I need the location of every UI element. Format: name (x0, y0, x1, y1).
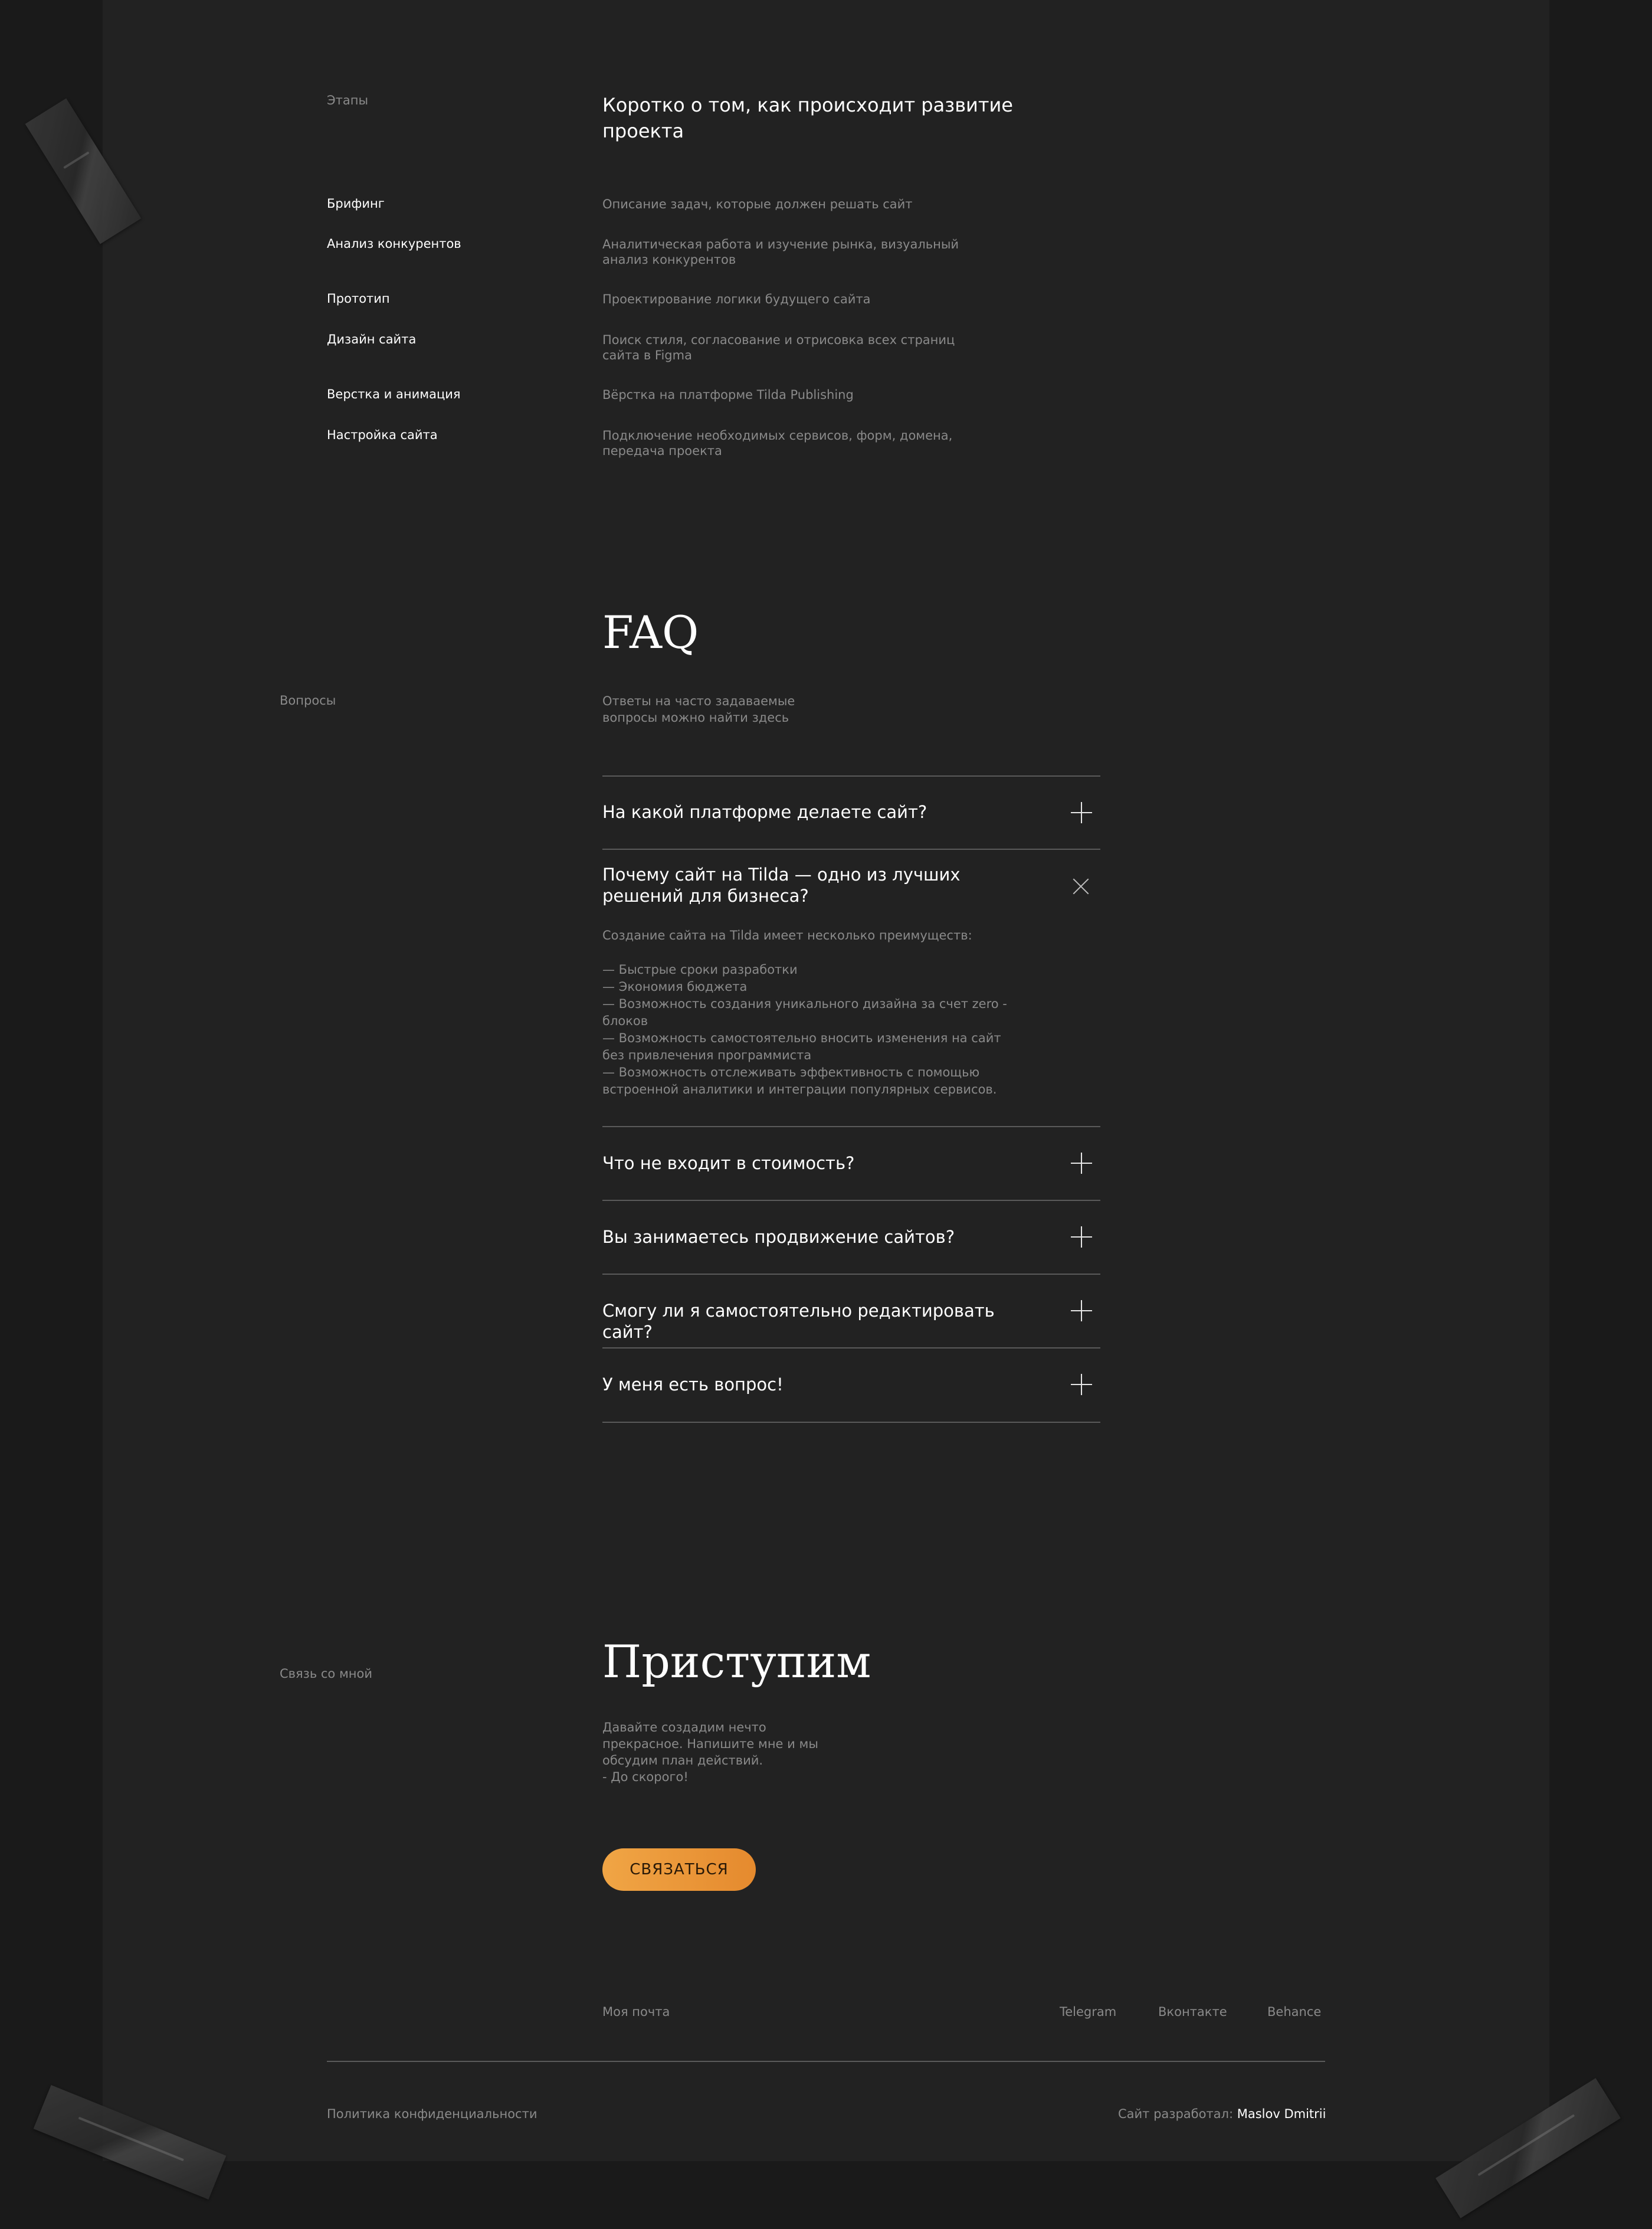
faq-item-expanded[interactable]: Почему сайт на Tilda — одно из лучших ре… (602, 849, 1100, 1126)
stages-heading: Коротко о том, как происходит развитие п… (602, 94, 1013, 142)
plus-icon[interactable] (1071, 1226, 1092, 1248)
contact-section-label: Связь со мной (280, 1667, 373, 1681)
faq-answer-point: — Возможность отслеживать эффективность … (602, 1065, 997, 1097)
plus-icon[interactable] (1071, 1300, 1092, 1321)
faq-item[interactable]: На какой платформе делаете сайт? (602, 775, 1100, 849)
stage-description: Проектирование логики будущего сайта (602, 292, 871, 306)
stage-description: Вёрстка на платформе Tilda Publishing (602, 388, 854, 402)
faq-answer-point: — Быстрые сроки разработки (602, 963, 798, 977)
faq-item[interactable]: Смогу ли я самостоятельно редактировать … (602, 1274, 1100, 1347)
close-icon[interactable] (1071, 877, 1092, 898)
vkontakte-link[interactable]: Вконтакте (1158, 2005, 1227, 2019)
email-link[interactable]: Моя почта (602, 2005, 670, 2019)
stage-description: Подключение необходимых сервисов, форм, … (602, 428, 953, 458)
plus-icon[interactable] (1071, 1153, 1092, 1174)
faq-item[interactable]: Вы занимаетесь продвижение сайтов? (602, 1200, 1100, 1274)
faq-subtitle-line: вопросы можно найти здесь (602, 711, 789, 725)
plus-icon[interactable] (1071, 1374, 1092, 1395)
faq-answer-point: — Возможность создания уникального дизай… (602, 997, 1007, 1028)
faq-section-label: Вопросы (280, 693, 336, 708)
contact-text-line: - До скорого! (602, 1770, 689, 1784)
contact-text: Давайте создадим нечто прекрасное. Напиш… (602, 1719, 818, 1785)
faq-answer: Создание сайта на Tilda имеет несколько … (602, 927, 1015, 1098)
stage-name: Прототип (327, 292, 390, 306)
stages-section-label: Этапы (327, 93, 369, 107)
contact-title: Приступим (602, 1635, 871, 1688)
stage-name: Верстка и анимация (327, 387, 461, 401)
faq-subtitle: Ответы на часто задаваемые вопросы можно… (602, 693, 795, 726)
contact-text-line: прекрасное. Напишите мне и мы (602, 1737, 818, 1751)
telegram-link[interactable]: Telegram (1060, 2005, 1116, 2019)
faq-answer-point: — Экономия бюджета (602, 980, 748, 994)
stage-description: Описание задач, которые должен решать са… (602, 197, 913, 211)
privacy-policy-link[interactable]: Политика конфиденциальности (327, 2107, 537, 2121)
faq-question[interactable]: У меня есть вопрос! (602, 1374, 1015, 1395)
faq-question[interactable]: Вы занимаетесь продвижение сайтов? (602, 1226, 1015, 1248)
stage-name: Брифинг (327, 197, 385, 211)
faq-answer-point: — Возможность самостоятельно вносить изм… (602, 1031, 1001, 1062)
faq-question[interactable]: На какой платформе делаете сайт? (602, 801, 1015, 823)
plus-icon[interactable] (1071, 802, 1092, 823)
stage-description: Поиск стиля, согласование и отрисовка вс… (602, 333, 955, 362)
behance-link[interactable]: Behance (1267, 2005, 1321, 2019)
faq-accordion: На какой платформе делаете сайт? Почему … (602, 775, 1100, 1423)
faq-subtitle-line: Ответы на часто задаваемые (602, 694, 795, 708)
contact-text-line: Давайте создадим нечто (602, 1720, 766, 1734)
stage-description: Аналитическая работа и изучение рынка, в… (602, 237, 959, 267)
faq-title: FAQ (602, 606, 699, 659)
credit-prefix: Сайт разработал: (1118, 2107, 1234, 2121)
faq-question[interactable]: Почему сайт на Tilda — одно из лучших ре… (602, 864, 1015, 906)
faq-question[interactable]: Смогу ли я самостоятельно редактировать … (602, 1300, 1015, 1343)
contact-text-line: обсудим план действий. (602, 1753, 763, 1768)
stage-name: Настройка сайта (327, 428, 438, 442)
stage-name: Анализ конкурентов (327, 237, 461, 251)
developer-name-link[interactable]: Maslov Dmitrii (1237, 2107, 1326, 2121)
stage-name: Дизайн сайта (327, 332, 417, 346)
contact-button[interactable]: СВЯЗАТЬСЯ (602, 1848, 756, 1891)
faq-answer-intro: Создание сайта на Tilda имеет несколько … (602, 928, 972, 942)
faq-item[interactable]: Что не входит в стоимость? (602, 1126, 1100, 1200)
footer-divider (327, 2061, 1325, 2062)
faq-question[interactable]: Что не входит в стоимость? (602, 1153, 1015, 1174)
site-credit: Сайт разработал: Maslov Dmitrii (1118, 2107, 1326, 2121)
faq-item[interactable]: У меня есть вопрос! (602, 1347, 1100, 1423)
